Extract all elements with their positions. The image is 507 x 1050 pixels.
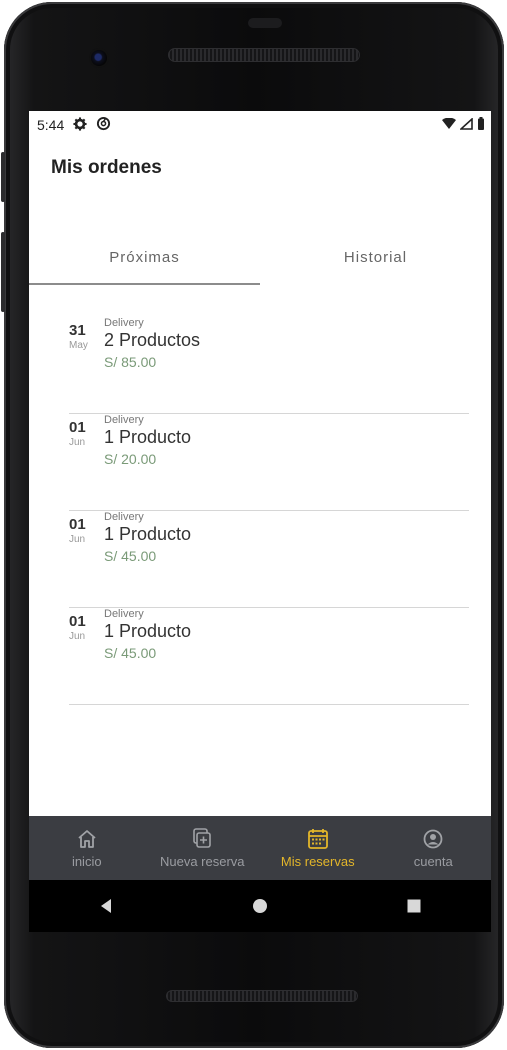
status-time: 5:44 [37, 117, 65, 133]
sensor-slot [248, 18, 282, 28]
add-document-icon [191, 828, 213, 850]
order-price: S/ 85.00 [104, 354, 157, 370]
status-right-icons [442, 117, 485, 133]
order-month: Jun [69, 631, 86, 642]
order-item[interactable]: 01 Jun Delivery 1 Producto S/ 45.00 [69, 510, 469, 608]
order-price: S/ 45.00 [104, 548, 157, 564]
home-button[interactable] [240, 886, 280, 926]
order-type: Delivery [104, 511, 144, 523]
power-button [1, 152, 5, 202]
order-item[interactable]: 01 Jun Delivery 1 Producto S/ 45.00 [69, 607, 469, 705]
nav-label: inicio [71, 854, 102, 869]
back-triangle-icon [101, 899, 111, 913]
gear-icon [73, 116, 87, 134]
tab-proximas[interactable]: Próximas [29, 241, 260, 285]
nav-item-nueva-reserva[interactable]: Nueva reserva [145, 816, 261, 880]
front-camera [91, 50, 107, 66]
volume-button [1, 232, 5, 312]
wifi-icon [442, 117, 456, 133]
order-day: 01 [69, 613, 86, 630]
home-circle-icon [253, 899, 267, 913]
status-bar: 5:44 [29, 111, 491, 139]
order-month: May [69, 340, 88, 351]
account-icon [423, 828, 443, 850]
system-navigation-bar [29, 880, 491, 932]
home-icon [76, 828, 98, 850]
app-screen: 5:44 Mis ordenes Próximas Historial 31 M… [29, 111, 491, 880]
bottom-navbar: inicio Nueva reserva Mis reservas cuenta [29, 816, 491, 880]
order-day: 31 [69, 322, 86, 339]
order-type: Delivery [104, 414, 144, 426]
order-products: 1 Producto [104, 427, 192, 447]
order-day: 01 [69, 419, 86, 436]
order-day: 01 [69, 516, 86, 533]
nav-label: cuenta [413, 854, 453, 869]
nav-item-mis-reservas[interactable]: Mis reservas [260, 816, 376, 880]
order-products: 1 Producto [104, 621, 192, 641]
page-title: Mis ordenes [51, 157, 162, 178]
sync-icon [96, 116, 111, 134]
order-products: 1 Producto [104, 524, 192, 544]
back-button[interactable] [86, 886, 126, 926]
recents-button[interactable] [394, 886, 434, 926]
bottom-speaker [166, 990, 358, 1002]
signal-icon [458, 117, 473, 133]
nav-label: Mis reservas [280, 854, 355, 869]
nav-item-cuenta[interactable]: cuenta [376, 816, 492, 880]
battery-icon [477, 117, 485, 133]
tab-bar: Próximas Historial [29, 241, 491, 285]
earpiece-speaker [168, 48, 360, 62]
order-item[interactable]: 31 May Delivery 2 Productos S/ 85.00 [69, 316, 469, 414]
order-month: Jun [69, 534, 86, 545]
order-type: Delivery [104, 317, 144, 329]
order-month: Jun [69, 437, 86, 448]
order-price: S/ 45.00 [104, 645, 157, 661]
order-item[interactable]: 01 Jun Delivery 1 Producto S/ 20.00 [69, 413, 469, 511]
recents-square-icon [407, 899, 421, 913]
order-type: Delivery [104, 608, 144, 620]
nav-label: Nueva reserva [159, 854, 245, 869]
tab-historial[interactable]: Historial [260, 241, 491, 285]
order-products: 2 Productos [104, 330, 201, 350]
order-price: S/ 20.00 [104, 451, 157, 467]
calendar-icon [307, 828, 329, 850]
nav-item-inicio[interactable]: inicio [29, 816, 145, 880]
